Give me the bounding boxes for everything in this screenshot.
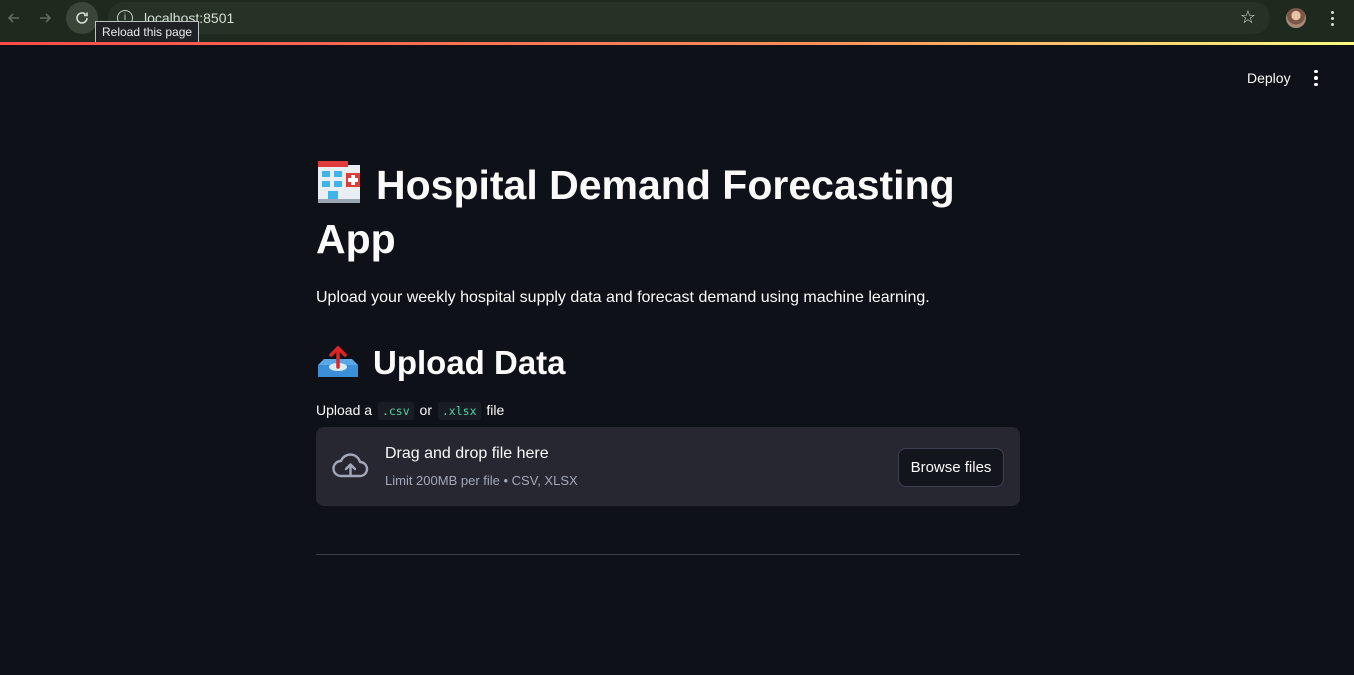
browse-files-button[interactable]: Browse files: [898, 448, 1004, 487]
back-button[interactable]: [0, 4, 28, 32]
deploy-button[interactable]: Deploy: [1236, 66, 1302, 90]
reload-icon: [76, 12, 88, 24]
cloud-upload-icon: [332, 453, 369, 478]
outbox-tray-icon: [318, 345, 358, 377]
forward-button[interactable]: [31, 4, 59, 32]
address-bar[interactable]: i localhost:8501 ☆: [108, 2, 1270, 34]
page-subtitle: Upload your weekly hospital supply data …: [316, 289, 930, 306]
uploader-label-prefix: Upload a: [316, 402, 373, 418]
uploader-label-or: or: [419, 402, 432, 418]
page-title: Hospital Demand Forecasting App: [316, 158, 1020, 266]
dropzone-title: Drag and drop file here: [385, 445, 549, 462]
app-decoration-bar: [0, 42, 1354, 45]
profile-avatar[interactable]: [1286, 8, 1306, 28]
reload-button[interactable]: [66, 2, 98, 34]
uploader-label: Upload a .csv or .xlsx file: [316, 400, 1020, 421]
file-dropzone[interactable]: Drag and drop file here Limit 200MB per …: [316, 427, 1020, 506]
uploader-label-suffix: file: [486, 402, 505, 418]
dropzone-limit: Limit 200MB per file • CSV, XLSX: [385, 473, 578, 488]
upload-heading: Upload Data: [316, 341, 1020, 385]
reload-tooltip: Reload this page: [95, 21, 200, 43]
hospital-icon: [318, 161, 360, 203]
ext-csv-code: .csv: [377, 402, 414, 420]
upload-heading-text: Upload Data: [373, 344, 566, 381]
page-title-text: Hospital Demand Forecasting App: [316, 162, 955, 262]
arrow-right-icon: [40, 13, 52, 23]
ext-xlsx-code: .xlsx: [437, 402, 481, 420]
bookmark-star-icon[interactable]: ☆: [1240, 7, 1256, 28]
browser-toolbar: i localhost:8501 ☆: [0, 0, 1354, 42]
app-menu-icon[interactable]: [1306, 66, 1326, 90]
arrow-left-icon: [7, 13, 19, 23]
main-content: Hospital Demand Forecasting App Upload y…: [316, 158, 1020, 555]
browser-menu-icon[interactable]: [1322, 6, 1342, 30]
section-divider: [316, 554, 1020, 555]
